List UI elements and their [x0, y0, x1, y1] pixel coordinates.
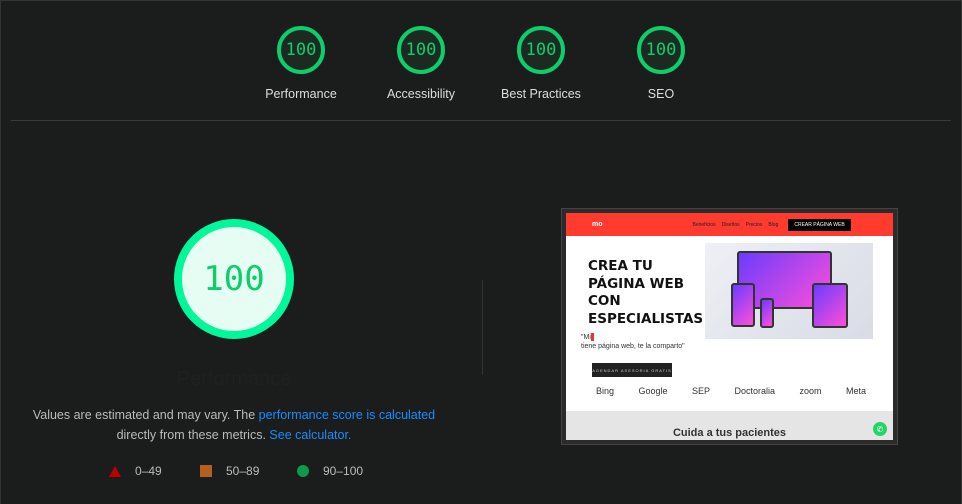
section-title: Cuida a tus pacientes — [672, 427, 787, 439]
partner-logos: Bing Google SEP Doctoralia zoom Meta — [596, 386, 866, 396]
score-description: Values are estimated and may vary. The p… — [20, 405, 448, 445]
site-button: AGENDAR ASESORIA GRATIS — [592, 363, 672, 377]
hero-image — [705, 243, 873, 339]
legend-label: 0–49 — [135, 464, 162, 478]
performance-gauge: 100 — [174, 219, 294, 339]
desc-text: Values are estimated and may vary. The — [32, 408, 259, 422]
gauge-best-practices[interactable]: 100 Best Practices — [491, 26, 591, 101]
performance-title: Performance — [176, 368, 292, 390]
gauge-performance[interactable]: 100 Performance — [251, 26, 351, 101]
gauge-label: Accessibility — [386, 87, 456, 101]
gauge-score: 100 — [637, 26, 685, 74]
hero-heading: CREA TU PÁGINA WEB CON ESPECIALISTAS — [588, 258, 704, 327]
legend-pass: 90–100 — [297, 464, 363, 478]
nav-item: Beneficios — [692, 221, 716, 228]
legend-label: 50–89 — [226, 464, 260, 478]
score-calculated-link[interactable]: performance score is calculated — [259, 408, 435, 422]
gauge-score: 100 — [397, 26, 445, 74]
nav-item: Blog — [768, 221, 779, 228]
vertical-divider — [482, 280, 483, 375]
legend-fail: 0–49 — [109, 464, 162, 478]
legend-label: 90–100 — [323, 464, 364, 478]
final-screenshot[interactable]: mo Beneficios Diseños Precios Blog CREAR PÁGI… — [561, 208, 898, 445]
see-calculator-link[interactable]: See calculator. — [269, 428, 351, 442]
nav-item: Precios — [745, 221, 763, 228]
desc-text: directly from these metrics. — [116, 428, 270, 442]
divider — [11, 120, 951, 121]
gauge-score: 100 — [517, 26, 565, 74]
legend-average: 50–89 — [200, 464, 259, 478]
triangle-icon — [109, 465, 121, 477]
site-header: mo Beneficios Diseños Precios Blog CREAR PÁGI… — [566, 213, 893, 236]
hero-quote: "Mi tiene página web, te la comparto" — [581, 333, 685, 350]
circle-icon — [297, 465, 309, 477]
gauge-seo[interactable]: 100 SEO — [611, 26, 711, 101]
gauge-label: Best Practices — [501, 87, 581, 101]
site-cta: CREAR PÁGINA WEB — [788, 218, 851, 231]
gauge-accessibility[interactable]: 100 Accessibility — [371, 26, 471, 101]
gauge-score: 100 — [277, 26, 325, 74]
whatsapp-icon: ✆ — [873, 422, 887, 436]
nav-item: Diseños — [721, 221, 740, 228]
gauge-label: Performance — [265, 87, 337, 101]
site-logo: mo — [592, 221, 603, 228]
square-icon — [200, 465, 212, 477]
gauge-label: SEO — [647, 87, 675, 101]
